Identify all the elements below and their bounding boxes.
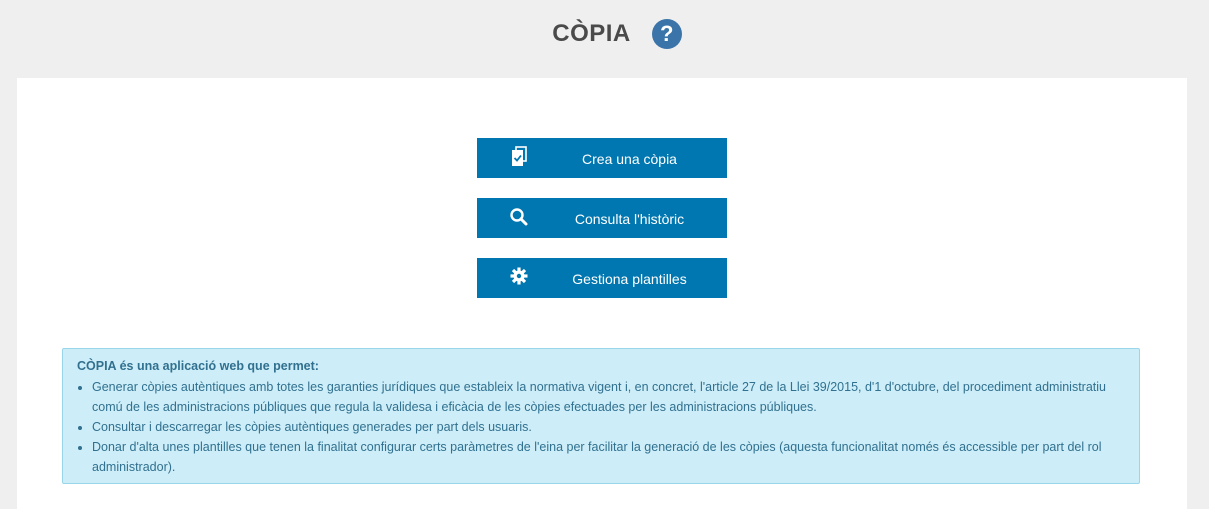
create-copy-label: Crea una còpia [582,151,677,167]
header: CÒPIA ? [0,0,1209,78]
history-label: Consulta l'històric [574,211,685,227]
templates-label: Gestiona plantilles [572,271,687,287]
main-panel: Crea una còpia Consulta l'històric Gesti… [17,78,1187,509]
templates-button[interactable]: Gestiona plantilles [477,258,727,298]
info-item-templates: Donar d'alta unes plantilles que tenen l… [92,437,1125,477]
info-item-consult: Consultar i descarregar les còpies autèn… [92,417,1125,437]
help-icon[interactable]: ? [651,19,682,49]
actions-list: Crea una còpia Consulta l'històric Gesti… [477,138,727,318]
info-item-generate: Generar còpies autèntiques amb totes les… [92,377,1125,417]
info-box: CÒPIA és una aplicació web que permet: G… [62,348,1140,484]
page: CÒPIA ? Crea una còpia Consulta l'històr… [0,0,1209,509]
create-copy-button[interactable]: Crea una còpia [477,138,727,178]
info-list: Generar còpies autèntiques amb totes les… [77,377,1125,477]
history-button[interactable]: Consulta l'històric [477,198,727,238]
header-inner: CÒPIA ? [552,19,682,49]
page-title: CÒPIA [552,20,631,47]
info-title: CÒPIA és una aplicació web que permet: [77,359,319,373]
